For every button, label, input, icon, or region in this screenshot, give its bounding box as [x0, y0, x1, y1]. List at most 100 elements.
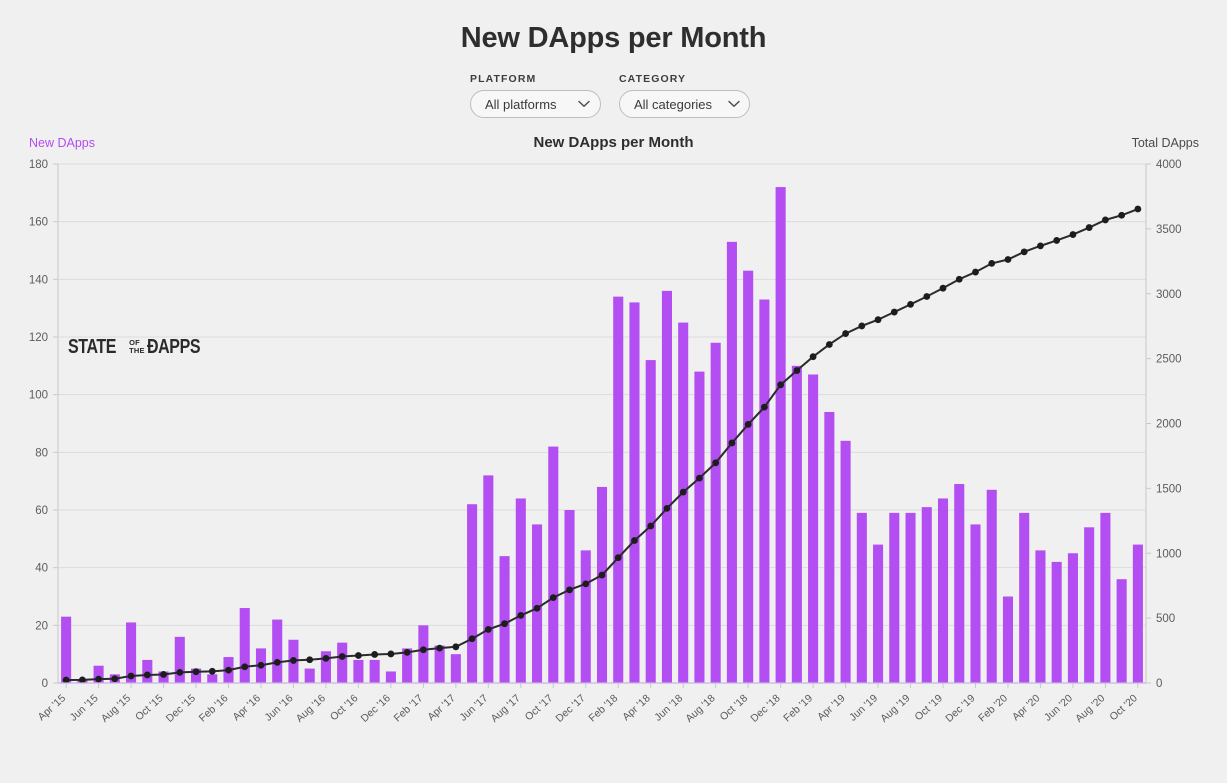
bar[interactable]	[385, 671, 396, 683]
line-data-point[interactable]	[452, 643, 460, 651]
line-data-point[interactable]	[923, 293, 931, 300]
line-data-point[interactable]	[696, 474, 703, 482]
line-data-point[interactable]	[566, 586, 573, 594]
bar[interactable]	[239, 608, 250, 683]
bar[interactable]	[1002, 596, 1014, 684]
bar[interactable]	[596, 486, 608, 683]
bar[interactable]	[743, 270, 754, 683]
line-data-point[interactable]	[387, 650, 395, 658]
line-data-point[interactable]	[403, 648, 411, 656]
bar[interactable]	[1019, 512, 1030, 683]
bar[interactable]	[499, 556, 510, 683]
bar[interactable]	[61, 616, 72, 683]
bar[interactable]	[1116, 579, 1127, 683]
line-data-point[interactable]	[890, 308, 898, 316]
line-data-point[interactable]	[290, 657, 297, 664]
line-data-point[interactable]	[1085, 224, 1093, 231]
bar[interactable]	[759, 299, 770, 683]
bar[interactable]	[272, 619, 283, 683]
bar[interactable]	[1132, 544, 1143, 683]
line-data-point[interactable]	[127, 672, 135, 680]
bar[interactable]	[824, 411, 835, 683]
line-data-point[interactable]	[322, 654, 330, 662]
line-data-point[interactable]	[582, 580, 590, 588]
line-data-point[interactable]	[939, 284, 947, 292]
bar[interactable]	[629, 302, 640, 683]
bar[interactable]	[1035, 550, 1046, 683]
line-data-point[interactable]	[436, 644, 444, 652]
line-data-point[interactable]	[777, 381, 785, 389]
line-data-point[interactable]	[160, 671, 167, 678]
line-data-point[interactable]	[176, 668, 184, 676]
bar[interactable]	[1051, 561, 1062, 683]
bar[interactable]	[450, 654, 461, 683]
line-data-point[interactable]	[78, 676, 86, 684]
line-data-point[interactable]	[760, 403, 768, 411]
line-data-point[interactable]	[371, 651, 379, 658]
line-data-point[interactable]	[501, 620, 508, 628]
bar[interactable]	[873, 544, 884, 683]
line-data-point[interactable]	[842, 330, 849, 337]
bar[interactable]	[840, 440, 851, 683]
bar[interactable]	[986, 489, 997, 683]
line-data-point[interactable]	[858, 322, 866, 330]
bar[interactable]	[726, 241, 737, 683]
line-data-point[interactable]	[241, 663, 249, 671]
bar[interactable]	[905, 512, 916, 683]
line-data-point[interactable]	[1037, 242, 1044, 250]
bar[interactable]	[856, 512, 867, 683]
line-data-point[interactable]	[1004, 256, 1012, 263]
bar[interactable]	[694, 371, 705, 683]
line-data-point[interactable]	[631, 537, 638, 544]
bar[interactable]	[467, 504, 478, 683]
line-data-point[interactable]	[955, 275, 963, 283]
line-data-point[interactable]	[663, 504, 671, 512]
bar[interactable]	[207, 674, 218, 683]
bar[interactable]	[710, 342, 721, 683]
bar[interactable]	[515, 498, 526, 683]
line-data-point[interactable]	[225, 666, 232, 674]
bar[interactable]	[304, 668, 315, 683]
bar[interactable]	[808, 374, 819, 683]
bar[interactable]	[1084, 527, 1095, 683]
line-data-point[interactable]	[907, 300, 914, 308]
line-data-point[interactable]	[306, 656, 314, 664]
bar[interactable]	[142, 659, 153, 683]
line-data-point[interactable]	[533, 604, 541, 612]
bar[interactable]	[970, 524, 981, 683]
line-data-point[interactable]	[549, 594, 557, 602]
bar[interactable]	[921, 507, 932, 683]
bar[interactable]	[174, 636, 185, 683]
line-data-point[interactable]	[1134, 205, 1142, 213]
bar[interactable]	[889, 512, 900, 683]
line-data-point[interactable]	[647, 522, 655, 530]
bar[interactable]	[548, 446, 559, 683]
line-data-point[interactable]	[208, 667, 216, 675]
line-data-point[interactable]	[874, 316, 882, 324]
line-data-point[interactable]	[468, 635, 476, 643]
bar[interactable]	[954, 484, 965, 683]
line-data-point[interactable]	[273, 658, 281, 666]
bar[interactable]	[678, 322, 689, 683]
line-data-point[interactable]	[712, 459, 720, 467]
line-data-point[interactable]	[744, 421, 752, 428]
line-data-point[interactable]	[62, 676, 70, 684]
bar[interactable]	[369, 659, 380, 683]
category-select[interactable]: All categories	[619, 90, 750, 118]
line-data-point[interactable]	[143, 671, 151, 679]
line-data-point[interactable]	[793, 367, 801, 374]
line-data-point[interactable]	[338, 653, 346, 660]
bar[interactable]	[791, 365, 802, 683]
line-data-point[interactable]	[95, 675, 102, 683]
bar[interactable]	[937, 498, 949, 683]
line-data-point[interactable]	[419, 646, 427, 654]
platform-select[interactable]: All platforms	[470, 90, 601, 118]
line-data-point[interactable]	[598, 571, 606, 579]
chart-svg[interactable]: 0 20 40 60 80 100 120 140 160 180 0 500 1000 1500 2000…	[0, 159, 1227, 756]
line-data-point[interactable]	[517, 612, 525, 619]
line-data-point[interactable]	[484, 626, 492, 633]
bar[interactable]	[661, 290, 672, 683]
line-data-point[interactable]	[1118, 211, 1126, 219]
line-data-point[interactable]	[192, 668, 200, 676]
bar[interactable]	[580, 550, 591, 683]
